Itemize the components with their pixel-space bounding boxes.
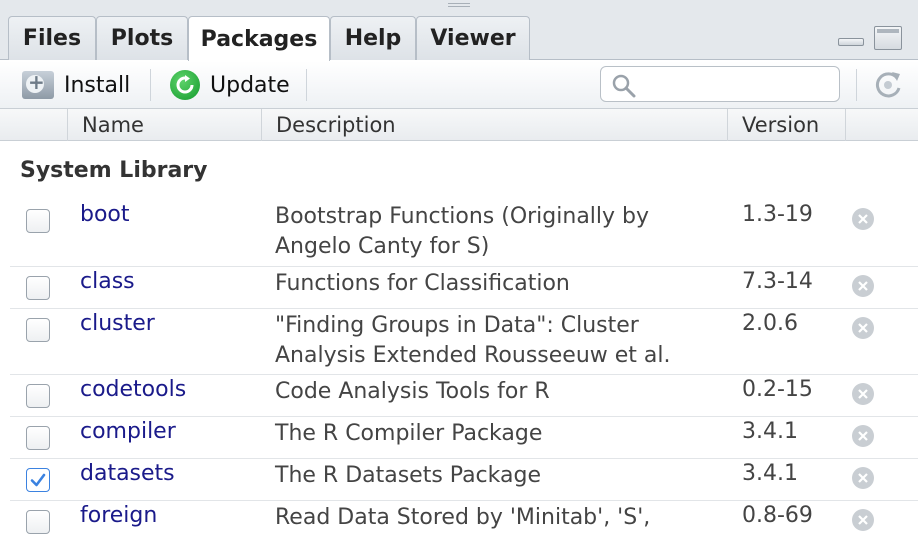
package-checkbox[interactable] [26,468,50,492]
install-label: Install [64,72,131,98]
pane-resize-grip[interactable] [448,3,470,9]
header-name-label: Name [82,113,144,137]
package-search-input[interactable] [600,66,840,102]
tab-files[interactable]: Files [8,16,96,60]
tab-packages[interactable]: Packages [188,16,330,61]
remove-icon [858,473,868,483]
package-checkbox[interactable] [26,510,50,534]
toolbar-divider [856,69,857,101]
update-icon [170,70,200,100]
package-description: The R Compiler Package [275,421,543,446]
checkmark-icon [30,473,46,487]
minimize-pane-button[interactable] [838,38,864,46]
package-checkbox[interactable] [26,318,50,342]
header-name[interactable]: Name [68,109,262,141]
tab-label: Files [22,26,82,51]
tab-help[interactable]: Help [330,16,416,60]
tab-label: Help [344,26,402,51]
remove-icon [858,389,868,399]
table-row: class Functions for Classification 7.3-1… [10,266,918,308]
package-version: 1.3-19 [742,202,813,227]
package-checkbox[interactable] [26,426,50,450]
table-row: compiler The R Compiler Package 3.4.1 [10,416,918,458]
remove-package-button[interactable] [852,467,874,489]
header-version-label: Version [742,113,820,137]
package-name-link[interactable]: class [80,269,135,294]
package-version: 2.0.6 [742,311,798,336]
package-version: 0.2-15 [742,377,813,402]
package-description: The R Datasets Package [275,463,541,488]
table-row: foreign Read Data Stored by 'Minitab', '… [10,500,918,540]
remove-package-button[interactable] [852,509,874,531]
header-checkbox-column [10,109,68,141]
remove-package-button[interactable] [852,383,874,405]
package-version: 0.8-69 [742,503,813,528]
package-description: Functions for Classification [275,271,570,296]
package-name-link[interactable]: foreign [80,503,157,528]
remove-package-button[interactable] [852,317,874,339]
remove-package-button[interactable] [852,275,874,297]
tab-plots[interactable]: Plots [96,16,188,60]
package-description: Code Analysis Tools for R [275,379,550,404]
remove-package-button[interactable] [852,208,874,230]
install-icon [22,70,54,99]
remove-icon [858,281,868,291]
package-name-link[interactable]: compiler [80,419,176,444]
refresh-icon [875,72,901,98]
package-name-link[interactable]: boot [80,202,130,227]
remove-icon [858,515,868,525]
header-description-label: Description [276,113,396,137]
package-table-header: Name Description Version [0,109,918,141]
remove-icon [858,214,868,224]
header-version[interactable]: Version [728,109,846,141]
package-checkbox[interactable] [26,209,50,233]
tab-label: Plots [110,26,174,51]
refresh-button[interactable] [870,68,906,102]
table-row: cluster "Finding Groups in Data": Cluste… [10,308,918,374]
package-version: 3.4.1 [742,461,798,486]
package-name-link[interactable]: datasets [80,461,175,486]
toolbar-divider [306,69,307,101]
package-version: 7.3-14 [742,269,813,294]
package-checkbox[interactable] [26,276,50,300]
update-button[interactable]: Update [170,69,290,101]
tab-label: Viewer [430,26,516,51]
package-description: Bootstrap Functions (Originally by Angel… [275,204,650,259]
section-title: System Library [20,158,208,183]
update-label: Update [210,72,290,98]
toolbar-divider [150,69,151,101]
tab-viewer[interactable]: Viewer [416,16,530,60]
tab-label: Packages [200,26,318,52]
search-icon [611,73,637,103]
remove-icon [858,431,868,441]
remove-icon [858,323,868,333]
package-name-link[interactable]: codetools [80,377,186,402]
table-row: datasets The R Datasets Package 3.4.1 [10,458,918,500]
remove-package-button[interactable] [852,425,874,447]
table-row: codetools Code Analysis Tools for R 0.2-… [10,374,918,416]
package-checkbox[interactable] [26,384,50,408]
package-description: Read Data Stored by 'Minitab', 'S', [275,505,651,530]
install-button[interactable]: Install [22,69,130,101]
table-row: boot Bootstrap Functions (Originally by … [10,196,918,266]
header-description[interactable]: Description [262,109,728,141]
package-name-link[interactable]: cluster [80,311,155,336]
package-version: 3.4.1 [742,419,798,444]
maximize-pane-button[interactable] [874,26,902,50]
package-description: "Finding Groups in Data": Cluster Analys… [275,313,671,368]
